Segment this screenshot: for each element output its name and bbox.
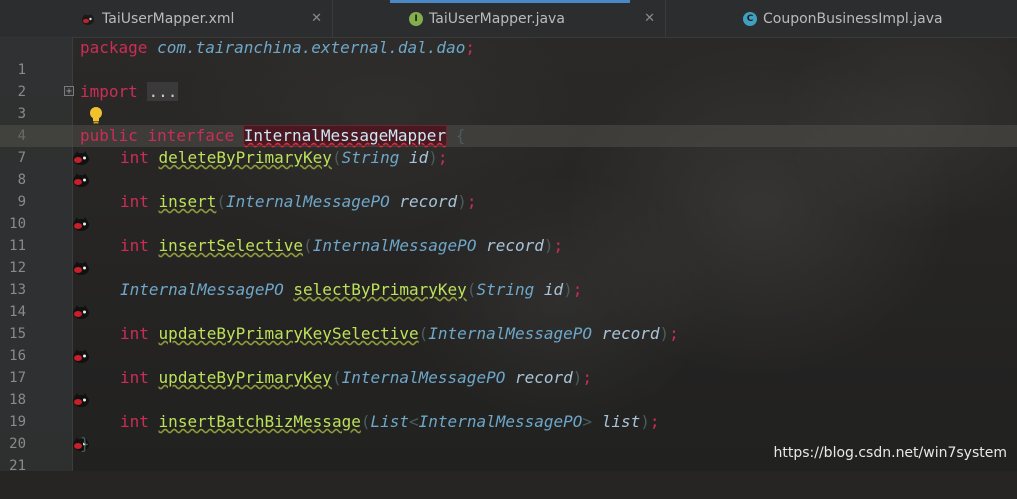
code-line[interactable]: 4 <box>0 103 1017 144</box>
code-line[interactable]: 3 + import ... <box>0 81 1017 122</box>
code-line[interactable]: 10 int insert(InternalMessagePO record); <box>0 191 1017 232</box>
method-name[interactable]: selectByPrimaryKey <box>293 280 466 299</box>
tab-taiusermapper-xml[interactable]: TaiUserMapper.xml ✕ <box>0 0 333 37</box>
class-icon: C <box>743 11 757 26</box>
code-line[interactable]: 8 int deleteByPrimaryKey(String id); <box>0 147 1017 188</box>
method-name[interactable]: insertBatchBizMessage <box>159 412 361 431</box>
code-line[interactable]: 12 int insertSelective(InternalMessagePO… <box>0 235 1017 276</box>
code-line[interactable]: 13 <box>0 257 1017 298</box>
tab-label: TaiUserMapper.java <box>429 10 565 27</box>
method-name[interactable]: insert <box>159 192 217 211</box>
code-line[interactable]: 19 <box>0 389 1017 430</box>
tab-taiusermapper-java[interactable]: I TaiUserMapper.java ✕ <box>333 0 666 37</box>
method-name[interactable]: insertSelective <box>159 236 304 255</box>
method-name[interactable]: updateByPrimaryKeySelective <box>159 324 419 343</box>
code-line[interactable]: 11 <box>0 213 1017 254</box>
folded-imports[interactable]: ... <box>147 82 179 101</box>
mybatis-xml-icon <box>80 12 96 26</box>
code-line[interactable]: 17 <box>0 345 1017 386</box>
close-icon[interactable]: ✕ <box>311 11 322 26</box>
code-line[interactable]: 15 <box>0 301 1017 342</box>
method-name[interactable]: updateByPrimaryKey <box>159 368 332 387</box>
tab-label: TaiUserMapper.xml <box>102 10 235 27</box>
code-line[interactable]: 1 package com.tairanchina.external.dal.d… <box>0 37 1017 78</box>
interface-icon: I <box>409 11 423 26</box>
method-name[interactable]: deleteByPrimaryKey <box>159 148 332 167</box>
code-line[interactable]: 2 <box>0 59 1017 100</box>
interface-name[interactable]: InternalMessageMapper <box>242 125 448 146</box>
code-line-current[interactable]: 7 public interface InternalMessageMapper… <box>0 125 1017 166</box>
active-tab-indicator <box>390 0 630 3</box>
code-line[interactable]: 14 InternalMessagePO selectByPrimaryKey(… <box>0 279 1017 320</box>
fold-expand-icon[interactable]: + <box>64 86 74 97</box>
line-number: 21 <box>9 458 26 474</box>
code-line[interactable]: 16 int updateByPrimaryKeySelective(Inter… <box>0 323 1017 364</box>
tab-label: CouponBusinessImpl.java <box>763 10 943 27</box>
code-line[interactable]: 20 int insertBatchBizMessage(List<Intern… <box>0 411 1017 452</box>
tab-couponbusinessimpl-java[interactable]: C CouponBusinessImpl.java <box>666 0 1017 37</box>
watermark-url: https://blog.csdn.net/win7system <box>773 445 1008 461</box>
editor-tab-bar: TaiUserMapper.xml ✕ I TaiUserMapper.java… <box>0 0 1017 38</box>
code-line[interactable]: 18 int updateByPrimaryKey(InternalMessag… <box>0 367 1017 408</box>
code-line[interactable]: 9 <box>0 169 1017 210</box>
close-icon[interactable]: ✕ <box>644 11 655 26</box>
